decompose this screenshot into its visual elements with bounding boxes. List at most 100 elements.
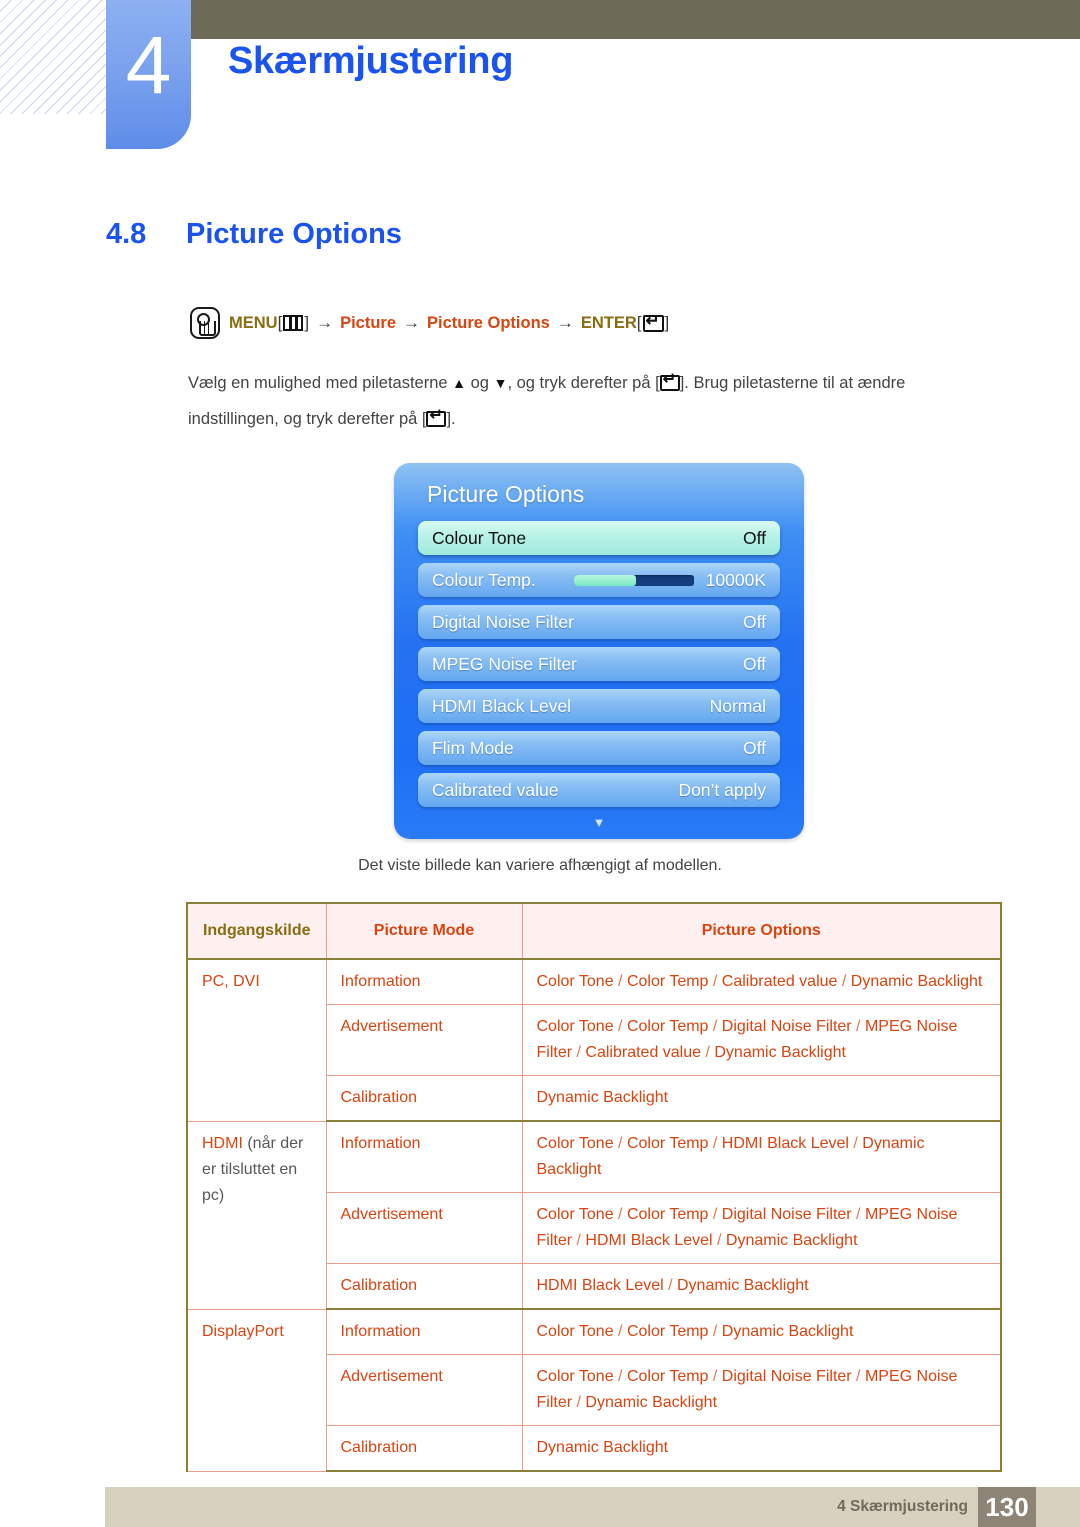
menu-path-enter-label: ENTER [580, 313, 637, 332]
osd-row[interactable]: Calibrated value Don’t apply [418, 773, 780, 807]
option-separator: / [613, 1206, 627, 1223]
osd-title: Picture Options [427, 481, 585, 507]
option-separator: / [701, 1044, 715, 1061]
option-token: Color Tone [536, 1135, 614, 1152]
cell-picture-mode: Information [325, 958, 523, 1005]
osd-row-value: Off [742, 611, 766, 632]
osd-row-value: Off [742, 653, 766, 674]
table-row: PC, DVI Information Color Tone / Color Tem… [186, 958, 1002, 1122]
bracket-open-2: [ [636, 313, 642, 332]
input-source-name: HDMI [202, 1134, 243, 1152]
picture-options-table: Indgangskilde Picture Mode Picture Optio… [186, 902, 1002, 1472]
option-token: Color Tone [536, 1018, 614, 1035]
instruction-part-3: ]. Brug piletasterne til at ændre [679, 374, 906, 392]
path-arrow-2: → [403, 313, 420, 332]
cell-picture-options: Color Tone / Color Temp / Digital Noise … [521, 1004, 1002, 1076]
osd-row-label: Calibrated value [432, 779, 559, 800]
menu-path-item-picture: Picture [340, 313, 396, 332]
instruction-part-5: ]. [446, 410, 456, 428]
option-token: Digital Noise Filter [721, 1018, 852, 1035]
header-olive-bar [190, 0, 1080, 39]
osd-row-value: 10000K [705, 569, 766, 590]
option-separator: / [663, 1277, 677, 1294]
figure-caption: Det viste billede kan variere afhængigt … [358, 857, 722, 874]
option-separator: / [708, 1368, 722, 1385]
osd-row-label: Digital Noise Filter [432, 611, 574, 632]
cell-picture-options: Dynamic Backlight [521, 1425, 1002, 1472]
osd-row[interactable]: Colour Tone Off [418, 521, 780, 555]
column-header-picture-mode: Picture Mode [325, 902, 523, 960]
osd-row-value: Don’t apply [678, 779, 766, 800]
option-separator: / [572, 1044, 586, 1061]
osd-row-value-group: Normal [710, 696, 766, 717]
option-token: Color Temp [626, 1135, 709, 1152]
option-token: Dynamic Backlight [721, 1323, 854, 1340]
menu-path-menu-label: MENU [229, 313, 278, 332]
osd-row[interactable]: Flim Mode Off [418, 731, 780, 765]
option-token: Color Temp [626, 1368, 709, 1385]
arrow-down-icon: ▼ [493, 375, 508, 391]
instruction-and: og [470, 374, 489, 392]
menu-bars-icon [283, 315, 304, 331]
cell-picture-mode: Calibration [325, 1263, 523, 1310]
cell-picture-options: Dynamic Backlight [521, 1075, 1002, 1122]
bracket-close: ] [304, 313, 310, 332]
option-token: Dynamic Backlight [725, 1232, 858, 1249]
enter-return-icon-inline-1 [659, 372, 680, 391]
instruction-part-1: Vælg en mulighed med piletasterne [188, 374, 448, 392]
option-token: HDMI Black Level [536, 1277, 664, 1294]
cell-picture-options: Color Tone / Color Temp / Calibrated val… [521, 958, 1002, 1005]
scroll-down-arrow-icon[interactable]: ▼ [394, 816, 804, 829]
bracket-close-2: ] [664, 313, 670, 332]
osd-row-value: Normal [709, 695, 766, 716]
option-separator: / [851, 1018, 865, 1035]
cell-picture-mode: Information [325, 1308, 523, 1355]
table-body: PC, DVI Information Color Tone / Color Tem… [186, 958, 1002, 1472]
option-token: Dynamic Backlight [714, 1044, 846, 1061]
section-number: 4.8 [106, 218, 147, 250]
table-row: HDMI (når der er tilsluttet en pc) Inform… [186, 1120, 1002, 1310]
osd-menu-list: Colour Tone Off Colour Temp. 10000K Digital … [418, 521, 780, 815]
osd-row-label: Colour Tone [432, 527, 527, 548]
instruction-part-4: indstillingen, og tryk derefter på [ [188, 410, 427, 428]
option-token: Color Temp [626, 1018, 709, 1035]
cell-picture-options: Color Tone / Color Temp / Digital Noise … [521, 1354, 1002, 1426]
option-separator: / [837, 973, 851, 990]
osd-slider-fill [573, 574, 637, 586]
cell-input-source: HDMI (når der er tilsluttet en pc) [186, 1120, 327, 1310]
option-token: Dynamic Backlight [536, 1439, 669, 1456]
option-separator: / [613, 1018, 627, 1035]
menu-path-breadcrumb: MENU [ ] → Picture → Picture Options → E… [190, 307, 669, 339]
option-separator: / [851, 1206, 865, 1223]
decorative-hatch-pattern [0, 0, 106, 114]
hand-press-icon [190, 307, 220, 339]
enter-return-icon [642, 312, 664, 332]
option-token: Dynamic Backlight [585, 1394, 718, 1411]
option-token: Color Tone [536, 1368, 614, 1385]
cell-picture-mode: Advertisement [325, 1004, 523, 1076]
osd-row[interactable]: HDMI Black Level Normal [418, 689, 780, 723]
osd-row-value: Off [742, 737, 766, 758]
table-row: DisplayPort Information Color Tone / Color… [186, 1308, 1002, 1472]
cell-picture-mode: Calibration [325, 1425, 523, 1472]
cell-picture-mode: Advertisement [325, 1354, 523, 1426]
footer-page-number: 130 [978, 1487, 1036, 1527]
cell-input-source: DisplayPort [186, 1308, 327, 1472]
cell-picture-mode: Advertisement [325, 1192, 523, 1264]
osd-row-label: Flim Mode [432, 737, 514, 758]
instruction-part-2: , og tryk derefter på [ [507, 374, 660, 392]
osd-row-label: HDMI Black Level [432, 695, 572, 716]
osd-row-value: Off [742, 527, 766, 548]
column-header-source: Indgangskilde [186, 902, 327, 960]
osd-slider[interactable] [573, 574, 694, 586]
option-token: Dynamic Backlight [850, 973, 983, 990]
osd-row[interactable]: Digital Noise Filter Off [418, 605, 780, 639]
osd-row-label: MPEG Noise Filter [432, 653, 577, 674]
osd-row[interactable]: Colour Temp. 10000K [418, 563, 780, 597]
osd-row-value-group: Off [743, 528, 766, 549]
table-header-row: Indgangskilde Picture Mode Picture Optio… [186, 902, 1002, 960]
osd-row[interactable]: MPEG Noise Filter Off [418, 647, 780, 681]
osd-row-value-group: Off [743, 654, 766, 675]
option-token: HDMI Black Level [585, 1232, 713, 1249]
menu-path-item-picture-options: Picture Options [427, 313, 550, 332]
